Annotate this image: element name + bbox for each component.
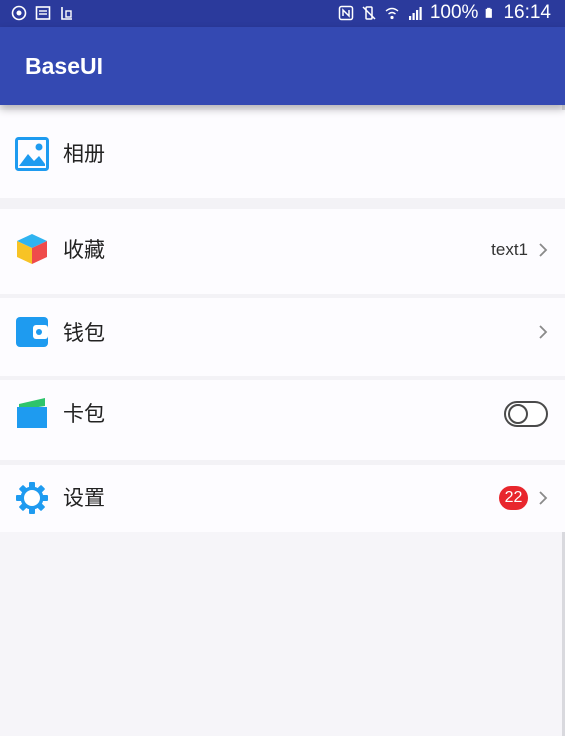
battery-icon xyxy=(486,7,493,18)
signal-icon xyxy=(408,7,422,20)
chevron-right-icon xyxy=(539,243,548,257)
list-item-label: 相册 xyxy=(63,142,105,166)
photo-album-icon xyxy=(15,137,49,171)
list-item-label: 卡包 xyxy=(63,402,105,426)
cube-favorites-icon xyxy=(17,234,47,264)
notification-icon xyxy=(35,6,51,20)
nfc-icon xyxy=(338,5,354,21)
storage-icon xyxy=(61,7,72,20)
status-right-icons: 100% 16:14 xyxy=(338,1,551,25)
toggle-knob xyxy=(508,404,528,424)
divider xyxy=(0,198,565,209)
status-bar: 100% 16:14 xyxy=(0,0,565,27)
card-wallet-icon xyxy=(17,398,47,428)
clock: 16:14 xyxy=(503,2,551,23)
chevron-right-icon xyxy=(539,325,548,339)
list-item-label: 钱包 xyxy=(63,321,105,345)
list-item-card-wallet[interactable]: 卡包 xyxy=(0,380,565,460)
list-item-value: text1 xyxy=(491,240,528,259)
battery-percent: 100% xyxy=(429,2,479,23)
list-item-label: 设置 xyxy=(63,486,105,510)
chevron-right-icon xyxy=(539,491,548,505)
list-item-settings[interactable]: 设置 22 xyxy=(0,465,565,532)
notification-badge: 22 xyxy=(499,486,528,510)
card-wallet-toggle[interactable] xyxy=(504,401,548,427)
list-item-album[interactable]: 相册 xyxy=(0,110,565,198)
sync-icon xyxy=(11,5,27,21)
vibrate-mute-icon xyxy=(362,6,376,20)
settings-gear-icon xyxy=(16,482,48,514)
status-left-icons xyxy=(11,2,75,24)
app-title: BaseUI xyxy=(25,53,103,79)
wallet-icon xyxy=(16,317,48,347)
list-item-favorites[interactable]: 收藏 text1 xyxy=(0,209,565,294)
wifi-icon xyxy=(385,7,399,20)
list-item-wallet[interactable]: 钱包 xyxy=(0,298,565,376)
app-bar: BaseUI xyxy=(0,27,565,105)
app-screen: 100% 16:14 BaseUI 相册 收藏 text1 钱包 卡包 设置 2… xyxy=(0,0,565,736)
list-item-label: 收藏 xyxy=(63,238,105,262)
